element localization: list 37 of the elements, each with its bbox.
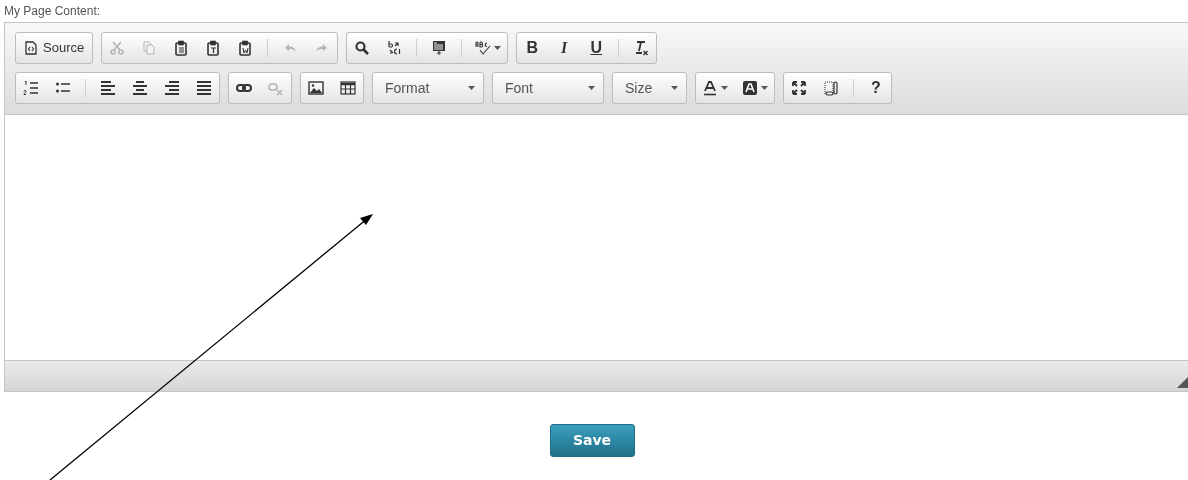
save-button[interactable]: Save bbox=[549, 424, 635, 457]
clipboard-icon bbox=[173, 40, 190, 56]
spellcheck-icon bbox=[475, 40, 492, 56]
toolbar-button[interactable]: ? bbox=[863, 75, 889, 101]
copy-icon bbox=[141, 40, 158, 56]
caret-icon bbox=[588, 86, 595, 90]
align-right-icon bbox=[164, 80, 180, 96]
code-file-icon bbox=[24, 41, 38, 55]
table-icon bbox=[340, 80, 356, 96]
dropdown-select[interactable]: Font bbox=[493, 73, 603, 103]
source-button[interactable]: Source bbox=[18, 35, 91, 61]
maximize-icon bbox=[791, 80, 807, 96]
resize-handle-icon[interactable] bbox=[1177, 376, 1188, 388]
align-center-icon bbox=[132, 80, 148, 96]
field-label: My Page Content: bbox=[3, 3, 102, 20]
search-icon bbox=[354, 40, 371, 56]
image-icon bbox=[308, 80, 324, 96]
toolbar-button[interactable]: U bbox=[583, 35, 610, 61]
dropdown-select[interactable]: Format bbox=[373, 73, 483, 103]
caret-icon bbox=[721, 86, 728, 90]
broken-link-icon bbox=[268, 80, 284, 96]
toolbar-button[interactable]: I bbox=[551, 35, 578, 61]
clipboard-icon bbox=[205, 40, 222, 56]
scissors-icon bbox=[109, 40, 126, 56]
dropdown-select[interactable]: Size bbox=[613, 73, 686, 103]
align-justify-icon bbox=[196, 80, 212, 96]
clear-format-icon bbox=[633, 40, 650, 56]
clipboard-icon bbox=[237, 40, 254, 56]
align-left-icon bbox=[100, 80, 116, 96]
caret-icon bbox=[761, 86, 768, 90]
background-color-icon bbox=[742, 80, 758, 96]
toolbar-button[interactable]: B bbox=[519, 35, 546, 61]
text-color-icon bbox=[702, 80, 718, 96]
caret-icon bbox=[494, 46, 502, 50]
caret-icon bbox=[671, 86, 678, 90]
numbered-list-icon bbox=[23, 80, 39, 96]
caret-icon bbox=[468, 86, 475, 90]
